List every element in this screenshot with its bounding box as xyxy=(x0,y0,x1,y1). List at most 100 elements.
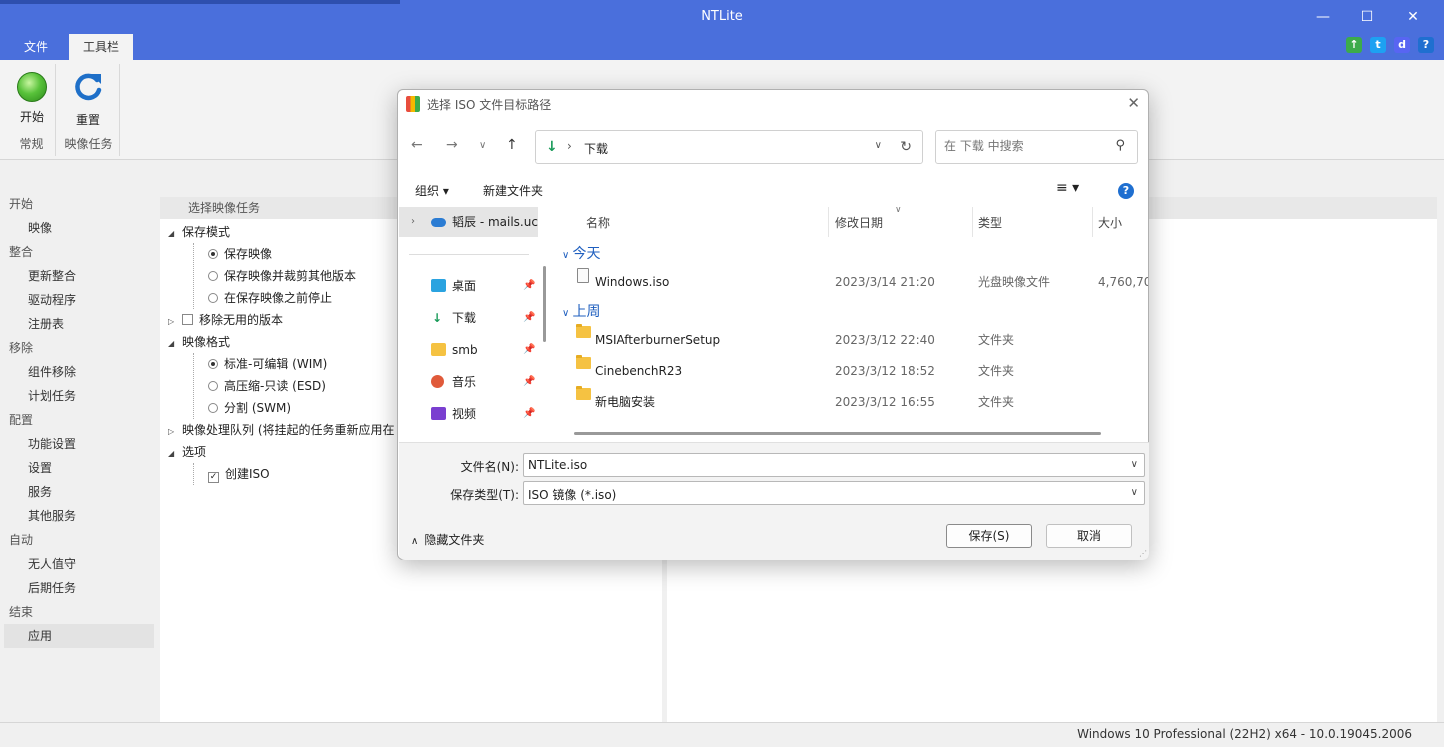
cancel-button[interactable]: 取消 xyxy=(1046,524,1132,548)
nav-item-apply[interactable]: 应用 xyxy=(4,624,154,648)
radio-icon[interactable] xyxy=(208,381,218,391)
pin-icon[interactable]: 📌 xyxy=(523,367,535,397)
radio-icon[interactable] xyxy=(208,271,218,281)
collapse-triangle-icon[interactable]: ◢ xyxy=(168,223,182,245)
file-row[interactable]: Windows.iso 2023/3/14 21:20 光盘映像文件 4,760… xyxy=(555,268,1148,296)
reset-button[interactable]: 重置 xyxy=(65,68,111,128)
pin-icon[interactable]: 📌 xyxy=(523,303,535,333)
horizontal-scrollbar[interactable] xyxy=(574,432,1101,435)
refresh-icon[interactable]: ↻ xyxy=(900,139,912,155)
minimize-button[interactable]: — xyxy=(1310,6,1336,28)
save-button[interactable]: 保存(S) xyxy=(946,524,1032,548)
nav-item-other-services[interactable]: 其他服务 xyxy=(0,504,158,528)
radio-icon[interactable] xyxy=(208,293,218,303)
discord-icon[interactable]: d xyxy=(1394,37,1410,53)
search-input[interactable] xyxy=(944,139,1104,153)
radio-selected-icon[interactable] xyxy=(208,359,218,369)
radio-format-esd[interactable]: 高压缩-只读 (ESD) xyxy=(208,375,326,397)
sidebar-item-music[interactable]: 音乐 📌 xyxy=(399,367,538,397)
collapse-triangle-icon[interactable]: ◢ xyxy=(168,443,182,465)
radio-save-trim[interactable]: 保存映像并裁剪其他版本 xyxy=(208,265,356,287)
new-folder-button[interactable]: 新建文件夹 xyxy=(483,182,543,199)
group-last-week[interactable]: ∨ 上周 xyxy=(562,301,601,321)
tree-options[interactable]: ◢ 选项 xyxy=(168,441,206,463)
twitter-icon[interactable]: t xyxy=(1370,37,1386,53)
sidebar-item-smb[interactable]: smb 📌 xyxy=(399,335,538,365)
column-size[interactable]: 大小 xyxy=(1098,214,1122,231)
help-icon[interactable]: ? xyxy=(1418,37,1434,53)
nav-item-post-setup[interactable]: 后期任务 xyxy=(0,576,158,600)
sidebar-scrollbar[interactable] xyxy=(543,266,546,342)
checkbox-create-iso[interactable]: ✓ 创建ISO xyxy=(208,463,270,485)
pin-icon[interactable]: 📌 xyxy=(523,335,535,365)
folder-row[interactable]: MSIAfterburnerSetup 2023/3/12 22:40 文件夹 xyxy=(555,324,1148,354)
nav-item-image[interactable]: 映像 xyxy=(0,216,158,240)
start-button[interactable]: 开始 xyxy=(9,68,55,125)
radio-icon[interactable] xyxy=(208,403,218,413)
nav-item-updates[interactable]: 更新整合 xyxy=(0,264,158,288)
radio-format-swm[interactable]: 分割 (SWM) xyxy=(208,397,291,419)
expand-chevron-icon[interactable]: › xyxy=(411,207,415,237)
up-arrow-icon[interactable]: ↑ xyxy=(506,137,518,153)
folder-row[interactable]: CinebenchR23 2023/3/12 18:52 文件夹 xyxy=(555,355,1148,385)
checkbox-checked-icon[interactable]: ✓ xyxy=(208,472,219,483)
collapse-triangle-icon[interactable]: ◢ xyxy=(168,333,182,355)
nav-item-registry[interactable]: 注册表 xyxy=(0,312,158,336)
tree-save-mode[interactable]: ◢ 保存模式 xyxy=(168,221,230,243)
sidebar-item-downloads[interactable]: ↓ 下载 📌 xyxy=(399,303,538,333)
view-options-icon[interactable]: ≡ ▾ xyxy=(1056,180,1079,196)
column-date[interactable]: 修改日期 xyxy=(835,214,883,231)
radio-save-image[interactable]: 保存映像 xyxy=(208,243,272,265)
close-button[interactable]: ✕ xyxy=(1400,6,1426,28)
tab-toolbar[interactable]: 工具栏 xyxy=(69,34,134,60)
radio-stop-before[interactable]: 在保存映像之前停止 xyxy=(208,287,332,309)
column-name[interactable]: 名称 xyxy=(586,214,610,231)
filetype-select[interactable]: ISO 镜像 (*.iso) ∨ xyxy=(523,481,1145,505)
sidebar-item-onedrive[interactable]: › 韬辰 - mails.uc xyxy=(399,207,538,237)
pin-icon[interactable]: 📌 xyxy=(523,271,535,301)
sidebar-item-desktop[interactable]: 桌面 📌 xyxy=(399,271,538,301)
filename-dropdown-icon[interactable]: ∨ xyxy=(1131,459,1138,470)
column-type[interactable]: 类型 xyxy=(978,214,1002,231)
address-dropdown-icon[interactable]: ∨ xyxy=(875,140,882,151)
organize-button[interactable]: 组织 ▾ xyxy=(415,182,449,199)
filetype-dropdown-icon[interactable]: ∨ xyxy=(1131,487,1138,498)
tree-remove-unused[interactable]: ▷ 移除无用的版本 xyxy=(168,309,283,331)
nav-item-scheduled-tasks[interactable]: 计划任务 xyxy=(0,384,158,408)
group-today[interactable]: ∨ 今天 xyxy=(562,243,601,263)
recent-dropdown-icon[interactable]: ∨ xyxy=(479,140,486,151)
search-box[interactable]: ⚲ xyxy=(935,130,1138,164)
address-bar[interactable]: ↓ › 下载 ∨ ↻ xyxy=(535,130,923,164)
update-arrow-icon[interactable]: ↑ xyxy=(1346,37,1362,53)
tree-queue[interactable]: ▷ 映像处理队列 (将挂起的任务重新应用在 xyxy=(168,419,395,441)
help-icon[interactable]: ? xyxy=(1118,183,1134,199)
back-arrow-icon[interactable]: ← xyxy=(411,137,423,153)
nav-item-services[interactable]: 服务 xyxy=(0,480,158,504)
radio-selected-icon[interactable] xyxy=(208,249,218,259)
filename-field[interactable]: NTLite.iso ∨ xyxy=(523,453,1145,477)
expand-triangle-icon[interactable]: ▷ xyxy=(168,311,182,333)
group-chevron-icon: ∨ xyxy=(562,308,573,319)
folder-row[interactable]: 新电脑安装 2023/3/12 16:55 文件夹 xyxy=(555,386,1148,416)
checkbox-icon[interactable] xyxy=(182,314,193,325)
radio-format-wim[interactable]: 标准-可编辑 (WIM) xyxy=(208,353,327,375)
forward-arrow-icon[interactable]: → xyxy=(446,137,458,153)
hide-folders-toggle[interactable]: ∧ 隐藏文件夹 xyxy=(411,531,484,548)
resize-grip-icon[interactable]: ⋰ xyxy=(1139,549,1147,558)
nav-item-features[interactable]: 功能设置 xyxy=(0,432,158,456)
filename-value[interactable]: NTLite.iso xyxy=(528,458,587,472)
expand-triangle-icon[interactable]: ▷ xyxy=(168,421,182,443)
sidebar-item-videos[interactable]: 视频 📌 xyxy=(399,399,538,429)
breadcrumb-downloads[interactable]: 下载 xyxy=(584,140,608,157)
nav-item-unattended[interactable]: 无人值守 xyxy=(0,552,158,576)
dialog-close-icon[interactable]: ✕ xyxy=(1127,94,1140,112)
nav-item-components[interactable]: 组件移除 xyxy=(0,360,158,384)
nav-item-settings[interactable]: 设置 xyxy=(0,456,158,480)
tree-image-format[interactable]: ◢ 映像格式 xyxy=(168,331,230,353)
maximize-button[interactable]: ☐ xyxy=(1354,6,1380,28)
pin-icon[interactable]: 📌 xyxy=(523,399,535,429)
nav-section-finish: 结束 xyxy=(9,605,34,619)
nav-item-drivers[interactable]: 驱动程序 xyxy=(0,288,158,312)
tab-file[interactable]: 文件 xyxy=(10,34,62,60)
search-icon[interactable]: ⚲ xyxy=(1115,138,1125,153)
